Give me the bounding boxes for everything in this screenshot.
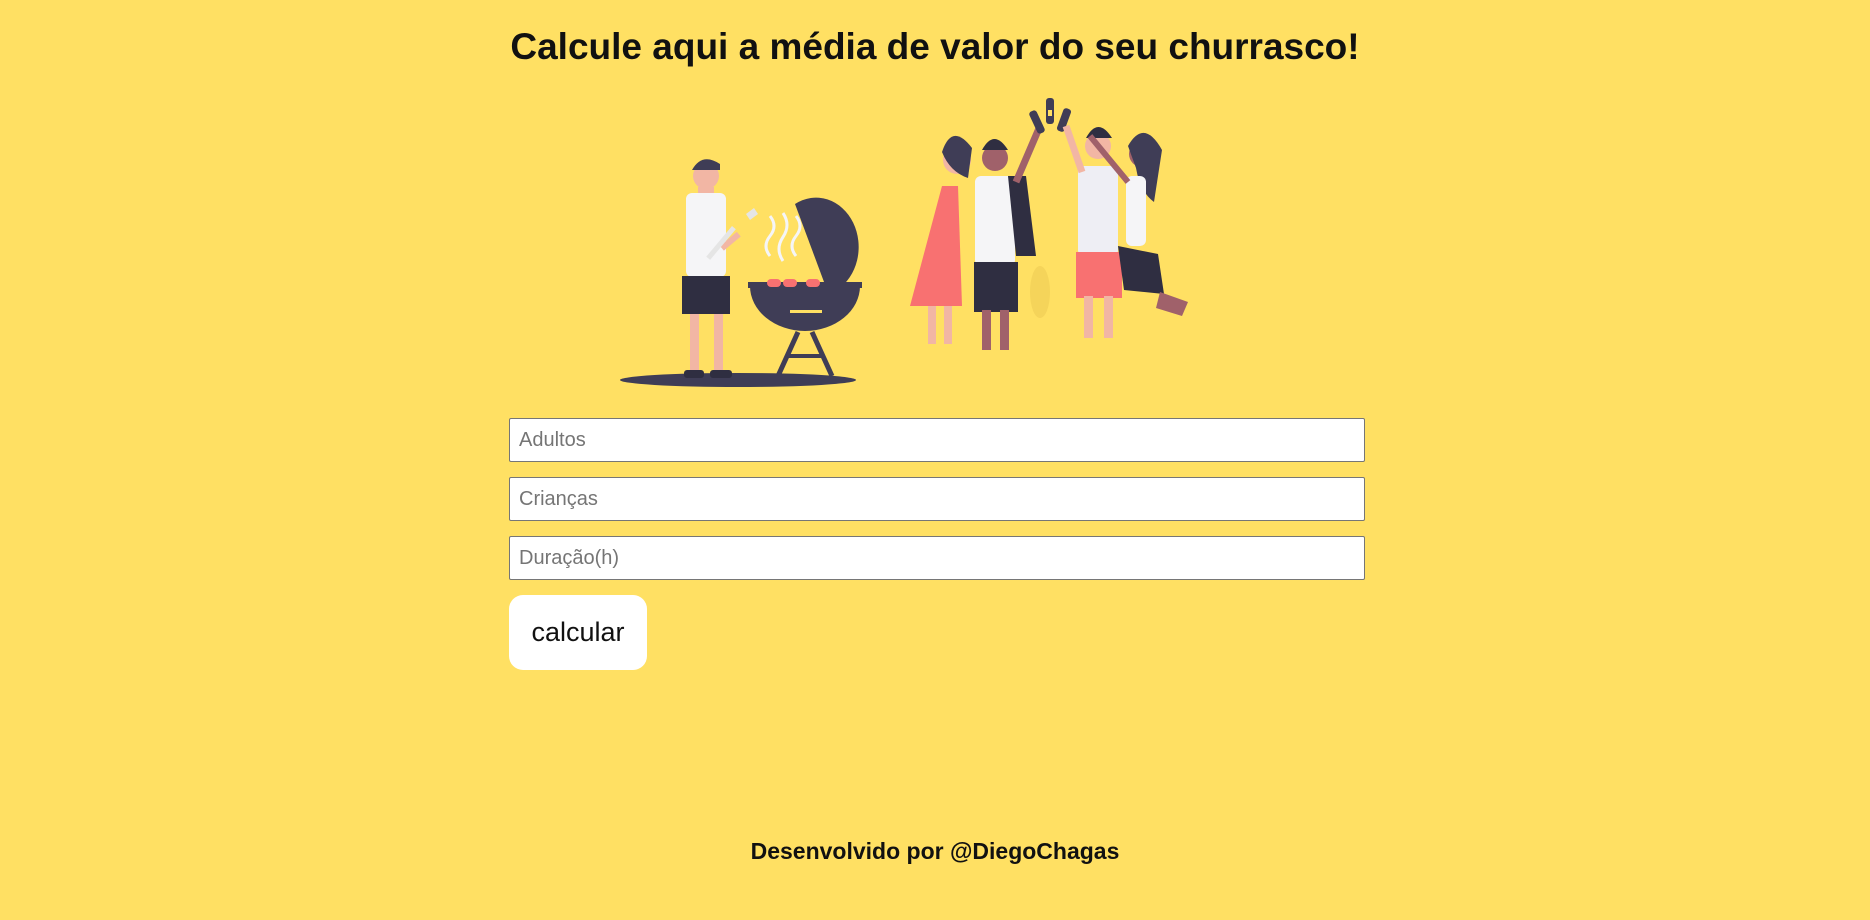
barbecue-party-illustration [620,98,1188,387]
barbecue-form: calcular [509,418,1365,670]
page-title: Calcule aqui a média de valor do seu chu… [510,26,1360,67]
calculate-button[interactable]: calcular [509,595,647,670]
party-people-figure [910,98,1188,350]
children-input[interactable] [509,477,1365,521]
page: Calcule aqui a média de valor do seu chu… [0,0,1870,920]
duration-input[interactable] [509,536,1365,580]
grill-man-figure [682,159,758,378]
adults-input[interactable] [509,418,1365,462]
grill-figure [748,197,862,378]
footer-credit: Desenvolvido por @DiegoChagas [750,838,1120,864]
